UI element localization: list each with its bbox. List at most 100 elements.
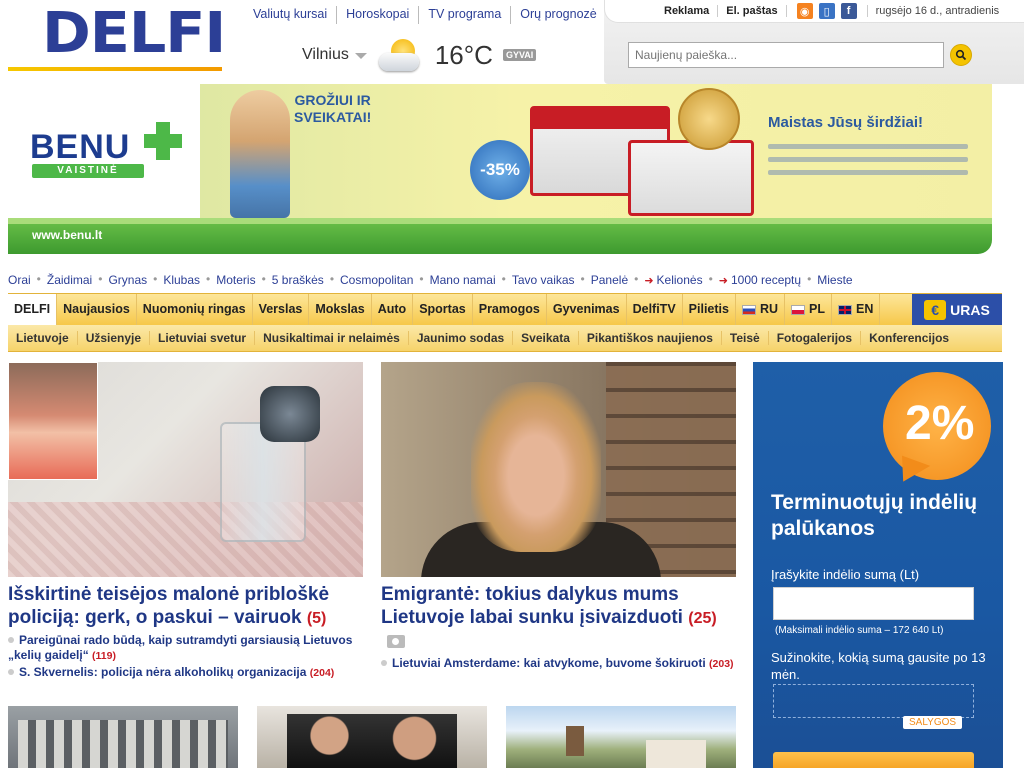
result-label: Sužinokite, kokią sumą gausite po 13 mėn… (771, 650, 986, 682)
section-link-keliones[interactable]: ➜ Kelionės (644, 272, 702, 288)
delfi-logo[interactable]: DELFI (8, 4, 226, 71)
subnav-lietuviai-svetur[interactable]: Lietuviai svetur (150, 331, 256, 345)
search-button[interactable] (950, 44, 972, 66)
section-link-orai[interactable]: Orai (8, 272, 31, 288)
subnav-sveikata[interactable]: Sveikata (513, 331, 579, 345)
rss-icon[interactable]: ◉ (796, 3, 813, 19)
language-pl[interactable]: PL (785, 294, 832, 325)
tab-verslas[interactable]: Verslas (253, 294, 310, 325)
section-link-cosmopolitan[interactable]: Cosmopolitan (340, 272, 413, 288)
related-link[interactable]: S. Skvernelis: policija nėra alkoholikų … (8, 665, 363, 681)
tab-sportas[interactable]: Sportas (413, 294, 473, 325)
section-link-grynas[interactable]: Grynas (108, 272, 147, 288)
weather-city[interactable]: Vilnius (302, 46, 349, 64)
language-ru[interactable]: RU (736, 294, 786, 325)
euras-label: URAS (950, 301, 990, 318)
subnav-teise[interactable]: Teisė (722, 331, 769, 345)
section-link-moteris[interactable]: Moteris (216, 272, 255, 288)
tab-nuomoniu-ringas[interactable]: Nuomonių ringas (137, 294, 253, 325)
benu-banner-ad[interactable]: BENU VAISTINĖ GROŽIUI IR SVEIKATAI! -35%… (8, 84, 992, 254)
top-link-horoscopes[interactable]: Horoskopai (336, 6, 418, 24)
story-thumbnail[interactable] (257, 706, 487, 768)
current-date: rugsėjo 16 d., antradienis (866, 5, 999, 17)
search-input[interactable] (628, 42, 944, 68)
main-navigation: DELFI Naujausios Nuomonių ringas Verslas Mok… (8, 293, 1002, 325)
story-title[interactable]: Išskirtinė teisėjos malonė pribloškė pol… (8, 583, 363, 630)
tab-naujausios[interactable]: Naujausios (57, 294, 137, 325)
result-field (773, 684, 974, 718)
sub-navigation: Lietuvoje Užsienyje Lietuviai svetur Nusika… (8, 325, 1002, 352)
subnav-jaunimo-sodas[interactable]: Jaunimo sodas (409, 331, 514, 345)
bullet-icon (381, 660, 387, 666)
story-image[interactable] (8, 362, 363, 577)
tab-delfitv[interactable]: DelfiTV (627, 294, 683, 325)
top-link-weather[interactable]: Orų prognozė (510, 6, 605, 24)
separator-dot: • (419, 272, 424, 286)
section-link-mieste[interactable]: Mieste (817, 272, 852, 288)
chevron-down-icon[interactable] (354, 53, 367, 59)
search-icon (955, 49, 967, 61)
section-link-klubas[interactable]: Klubas (163, 272, 200, 288)
separator-dot: • (708, 272, 713, 286)
section-link-5-braskes[interactable]: 5 braškės (272, 272, 324, 288)
section-link-zaidimai[interactable]: Žaidimai (47, 272, 92, 288)
section-link-tavo-vaikas[interactable]: Tavo vaikas (512, 272, 575, 288)
facebook-icon[interactable]: f (840, 3, 857, 19)
subnav-nusikaltimai-ir-nelaimes[interactable]: Nusikaltimai ir nelaimės (255, 331, 409, 345)
medal-icon (678, 88, 740, 150)
terms-button[interactable]: SALYGOS (903, 716, 963, 729)
section-link-mano-namai[interactable]: Mano namai (430, 272, 496, 288)
arrow-right-icon: ➜ (644, 274, 654, 287)
language-en[interactable]: EN (832, 294, 881, 325)
tab-pramogos[interactable]: Pramogos (473, 294, 547, 325)
story-title-text[interactable]: Išskirtinė teisėjos malonė pribloškė pol… (8, 584, 329, 628)
bullet-icon (8, 637, 14, 643)
discount-badge: -35% (470, 140, 530, 200)
subnav-lietuvoje[interactable]: Lietuvoje (8, 331, 78, 345)
comment-count[interactable]: (204) (310, 667, 335, 679)
deposit-amount-input[interactable] (773, 587, 974, 620)
comment-count[interactable]: (25) (688, 610, 716, 627)
banner-slogan: GROŽIUI IR SVEIKATAI! (294, 92, 372, 125)
email-link[interactable]: El. paštas (718, 5, 787, 17)
subnav-uzsienyje[interactable]: Užsienyje (78, 331, 151, 345)
section-link-panele[interactable]: Panelė (591, 272, 628, 288)
related-link[interactable]: Pareigūnai rado būdą, kaip sutramdyti ga… (8, 633, 363, 664)
story-thumbnail[interactable] (8, 706, 238, 768)
story-title[interactable]: Emigrantė: tokius dalykus mums Lietuvoje… (381, 583, 736, 653)
live-badge[interactable]: GYVAI (502, 49, 537, 61)
tab-delfi[interactable]: DELFI (8, 294, 58, 325)
advertising-link[interactable]: Reklama (656, 5, 719, 17)
top-link-tv[interactable]: TV programa (418, 6, 510, 24)
comment-count[interactable]: (5) (307, 610, 327, 627)
section-link-1000-receptu[interactable]: ➜ 1000 receptų (719, 272, 801, 288)
side-ad-headline: Terminuotųjų indėlių palūkanos (771, 491, 978, 540)
separator-dot: • (329, 272, 335, 286)
deposit-side-ad[interactable]: 2% Terminuotųjų indėlių palūkanos Įrašyk… (753, 362, 1003, 768)
comment-count[interactable]: (203) (709, 658, 734, 670)
euro-icon: € (924, 299, 947, 320)
story-thumbnail[interactable] (506, 706, 736, 768)
tab-gyvenimas[interactable]: Gyvenimas (547, 294, 627, 325)
weather-widget: Vilnius 16°C GYVAI (302, 32, 537, 78)
pharmacy-cross-icon (144, 122, 182, 160)
tab-mokslas[interactable]: Mokslas (309, 294, 372, 325)
subnav-konferencijos[interactable]: Konferencijos (861, 331, 957, 345)
comment-count[interactable]: (119) (92, 650, 116, 662)
subnav-fotogalerijos[interactable]: Fotogalerijos (769, 331, 862, 345)
arrow-right-icon: ➜ (718, 274, 728, 287)
bullet-icon (8, 669, 14, 675)
mobile-icon[interactable]: ▯ (818, 3, 835, 19)
tab-auto[interactable]: Auto (372, 294, 414, 325)
related-link[interactable]: Lietuviai Amsterdame: kai atvykome, buvo… (381, 656, 736, 672)
banner-ad-creative: GROŽIUI IR SVEIKATAI! -35% Maistas Jūsų … (200, 84, 992, 218)
euras-button[interactable]: € URAS (912, 294, 1002, 325)
separator-dot: • (807, 272, 812, 286)
subnav-pikantiskos-naujienos[interactable]: Pikantiškos naujienos (579, 331, 722, 345)
calculate-button[interactable] (773, 752, 974, 768)
story-title-text[interactable]: Emigrantė: tokius dalykus mums Lietuvoje… (381, 584, 683, 628)
tab-pilietis[interactable]: Pilietis (683, 294, 736, 325)
banner-url[interactable]: www.benu.lt (32, 228, 102, 242)
story-image[interactable] (381, 362, 736, 577)
top-link-currency[interactable]: Valiutų kursai (244, 6, 336, 24)
